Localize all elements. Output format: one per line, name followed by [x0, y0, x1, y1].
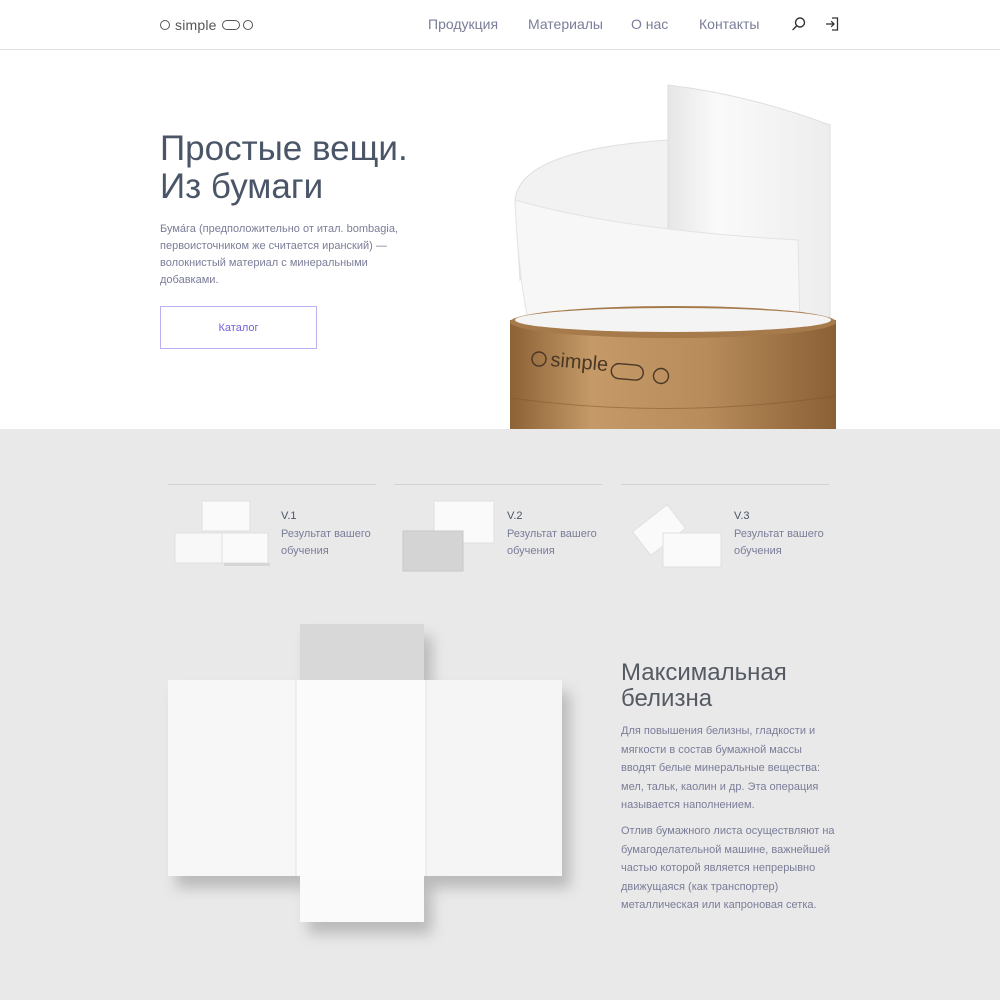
logo-circle-icon [160, 20, 170, 30]
feature-paragraph-2: Отлив бумажного листа осуществляют на бу… [621, 825, 835, 912]
version-card-2[interactable]: V.2 Результат вашего обучения [394, 484, 602, 580]
feature-title: Максимальная белизна [621, 660, 841, 712]
nav-item-contacts[interactable]: Контакты [699, 16, 759, 34]
folder-unfolded-illustration [168, 624, 562, 922]
version-card-3[interactable]: V.3 Результат вашего обучения [621, 484, 829, 580]
nav-item-products[interactable]: Продукция [428, 16, 498, 34]
hero-title: Простые вещи. Из бумаги [160, 130, 480, 206]
version-description: Результат вашего обучения [734, 528, 824, 557]
site-header: simple Продукция Материалы О нас Контакт… [0, 0, 1000, 50]
business-cards-stack-3 [631, 503, 722, 568]
version-title: V.1 [281, 510, 297, 522]
nav-item-about[interactable]: О нас [631, 16, 668, 34]
logo-pill-icon [221, 20, 240, 30]
hero-title-line-2: Из бумаги [160, 167, 324, 206]
logo[interactable]: simple [160, 16, 253, 34]
business-cards-stack-1 [174, 500, 270, 566]
version-description: Результат вашего обучения [507, 528, 597, 557]
login-icon[interactable] [824, 16, 840, 32]
search-icon[interactable] [791, 16, 807, 32]
version-description: Результат вашего обучения [281, 528, 371, 557]
logo-wordmark: simple [175, 17, 217, 33]
logo-circle-icon-2 [242, 20, 253, 30]
hero-description: Бума́га (предположительно от итал. bomba… [160, 223, 398, 286]
hero-title-line-1: Простые вещи. [160, 129, 408, 168]
version-card-1[interactable]: V.1 Результат вашего обучения [168, 484, 376, 580]
feature-title-line-1: Максимальная [621, 659, 787, 686]
version-title: V.2 [507, 510, 523, 522]
hero-section: Простые вещи. Из бумаги Бума́га (предпол… [0, 50, 1000, 429]
feature-paragraph-1: Для повышения белизны, гладкости и мягко… [621, 725, 821, 812]
version-title: V.3 [734, 510, 750, 522]
business-cards-stack-2 [402, 500, 495, 572]
catalog-button[interactable]: Каталог [160, 306, 317, 349]
feature-title-line-2: белизна [621, 685, 713, 712]
nav-item-materials[interactable]: Материалы [528, 16, 603, 34]
paper-roll-illustration: simple [509, 84, 837, 429]
